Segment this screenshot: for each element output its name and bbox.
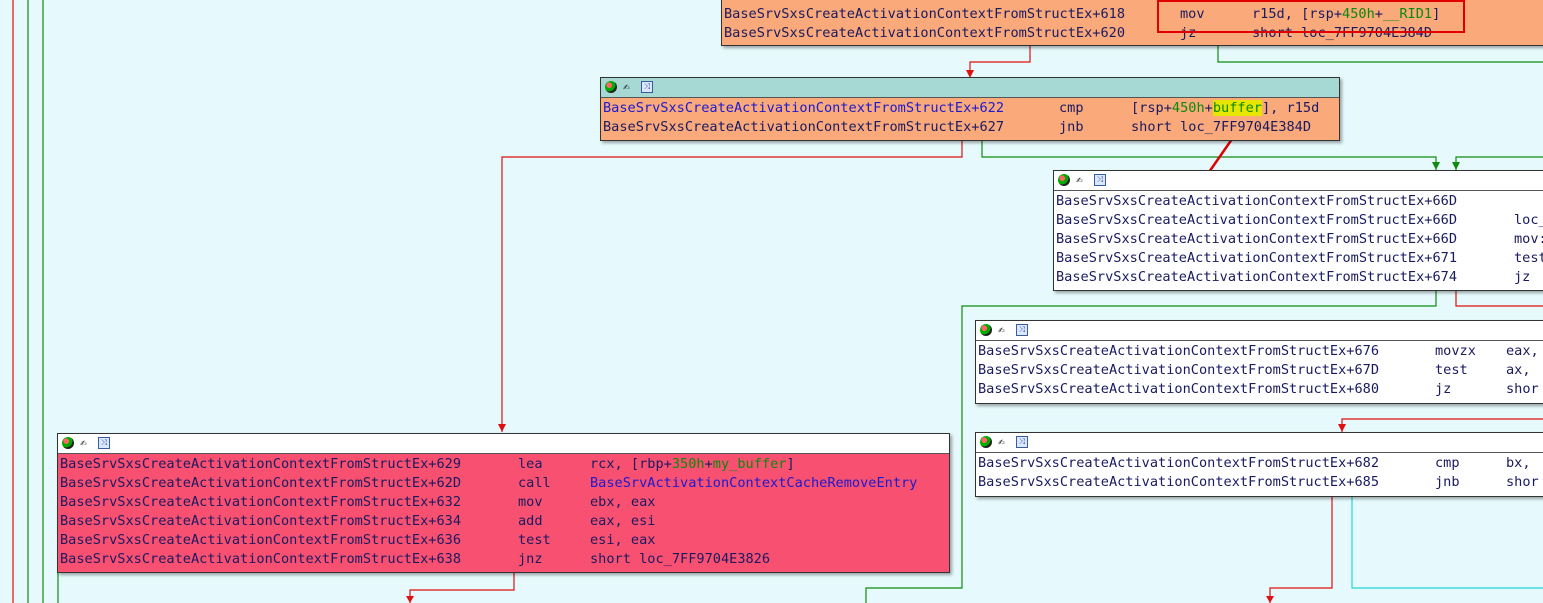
edge-66d-red-right (1455, 291, 1543, 307)
edit-icon: ✍ (623, 80, 630, 93)
code-line[interactable]: BaseSrvSxsCreateActivationContextFromStr… (978, 361, 1543, 380)
edge-622-to-629 (501, 141, 963, 432)
code-line[interactable]: BaseSrvSxsCreateActivationContextFromStr… (978, 473, 1543, 492)
code-line[interactable]: BaseSrvSxsCreateActivationContextFromStr… (1056, 268, 1543, 287)
code-line[interactable]: BaseSrvSxsCreateActivationContextFromStr… (60, 550, 949, 569)
code-line-selected[interactable]: BaseSrvSxsCreateActivationContextFromStr… (603, 99, 1339, 118)
edit-icon: ✍ (1076, 173, 1083, 186)
edge-red-into-682 (1341, 418, 1543, 432)
edit-icon: ✍ (80, 436, 87, 449)
edge-top-to-622 (969, 44, 1031, 76)
graph-node-icon (62, 437, 74, 449)
call-target-link[interactable]: BaseSrvActivationContextCacheRemoveEntry (590, 474, 917, 493)
flow-chart-icon: ⤨ (1016, 324, 1028, 336)
edge-629-red-down (409, 573, 515, 603)
code-block-682[interactable]: ✍ ⤨ BaseSrvSxsCreateActivationContextFro… (975, 432, 1543, 497)
edit-icon: ✍ (998, 323, 1005, 336)
block-header: ✍ ⤨ (601, 78, 1339, 98)
edit-icon: ✍ (998, 435, 1005, 448)
code-line[interactable]: BaseSrvSxsCreateActivationContextFromStr… (603, 118, 1339, 137)
code-line[interactable]: BaseSrvSxsCreateActivationContextFromStr… (60, 455, 949, 474)
code-line[interactable]: BaseSrvSxsCreateActivationContextFromStr… (60, 512, 949, 531)
edge-622-to-66d (981, 141, 1437, 170)
code-block-676[interactable]: ✍ ⤨ BaseSrvSxsCreateActivationContextFro… (975, 320, 1543, 404)
code-line[interactable]: BaseSrvSxsCreateActivationContextFromStr… (60, 493, 949, 512)
code-line[interactable]: BaseSrvSxsCreateActivationContextFromStr… (60, 531, 949, 550)
highlighted-operand: buffer (1212, 100, 1262, 116)
code-line[interactable]: BaseSrvSxsCreateActivationContextFromStr… (978, 454, 1543, 473)
edge-green-into-66d (1455, 156, 1543, 170)
block-header: ✍ ⤨ (976, 433, 1543, 453)
code-line[interactable]: BaseSrvSxsCreateActivationContextFromStr… (1056, 230, 1543, 249)
edge-682-cyan (1351, 497, 1543, 589)
flow-chart-icon: ⤨ (98, 437, 110, 449)
block-header: ✍ ⤨ (1054, 171, 1543, 191)
code-line[interactable]: BaseSrvSxsCreateActivationContextFromStr… (978, 342, 1543, 361)
edge-682-red-down (1269, 497, 1333, 603)
code-block-66d[interactable]: ✍ ⤨ BaseSrvSxsCreateActivationContextFro… (1053, 170, 1543, 291)
code-line[interactable]: BaseSrvSxsCreateActivationContextFromStr… (978, 380, 1543, 399)
code-block-622[interactable]: ✍ ⤨ BaseSrvSxsCreateActivationContextFro… (600, 77, 1340, 141)
edge-top-green-right (1217, 44, 1543, 63)
block-header: ✍ ⤨ (976, 321, 1543, 341)
flow-chart-icon: ⤨ (1016, 436, 1028, 448)
graph-node-icon (980, 436, 992, 448)
code-line[interactable]: BaseSrvSxsCreateActivationContextFromStr… (1056, 192, 1543, 211)
code-line[interactable]: BaseSrvSxsCreateActivationContextFromStr… (1056, 211, 1543, 230)
annotation-highlight-box (1157, 0, 1465, 33)
graph-node-icon (605, 81, 617, 93)
graph-node-icon (980, 324, 992, 336)
block-header: ✍ ⤨ (58, 434, 949, 454)
graph-node-icon (1058, 174, 1070, 186)
code-line[interactable]: BaseSrvSxsCreateActivationContextFromStr… (60, 474, 949, 493)
code-line[interactable]: BaseSrvSxsCreateActivationContextFromStr… (1056, 249, 1543, 268)
code-block-629[interactable]: ✍ ⤨ BaseSrvSxsCreateActivationContextFro… (57, 433, 950, 573)
flow-chart-icon: ⤨ (1094, 174, 1106, 186)
flow-chart-icon: ⤨ (641, 81, 653, 93)
